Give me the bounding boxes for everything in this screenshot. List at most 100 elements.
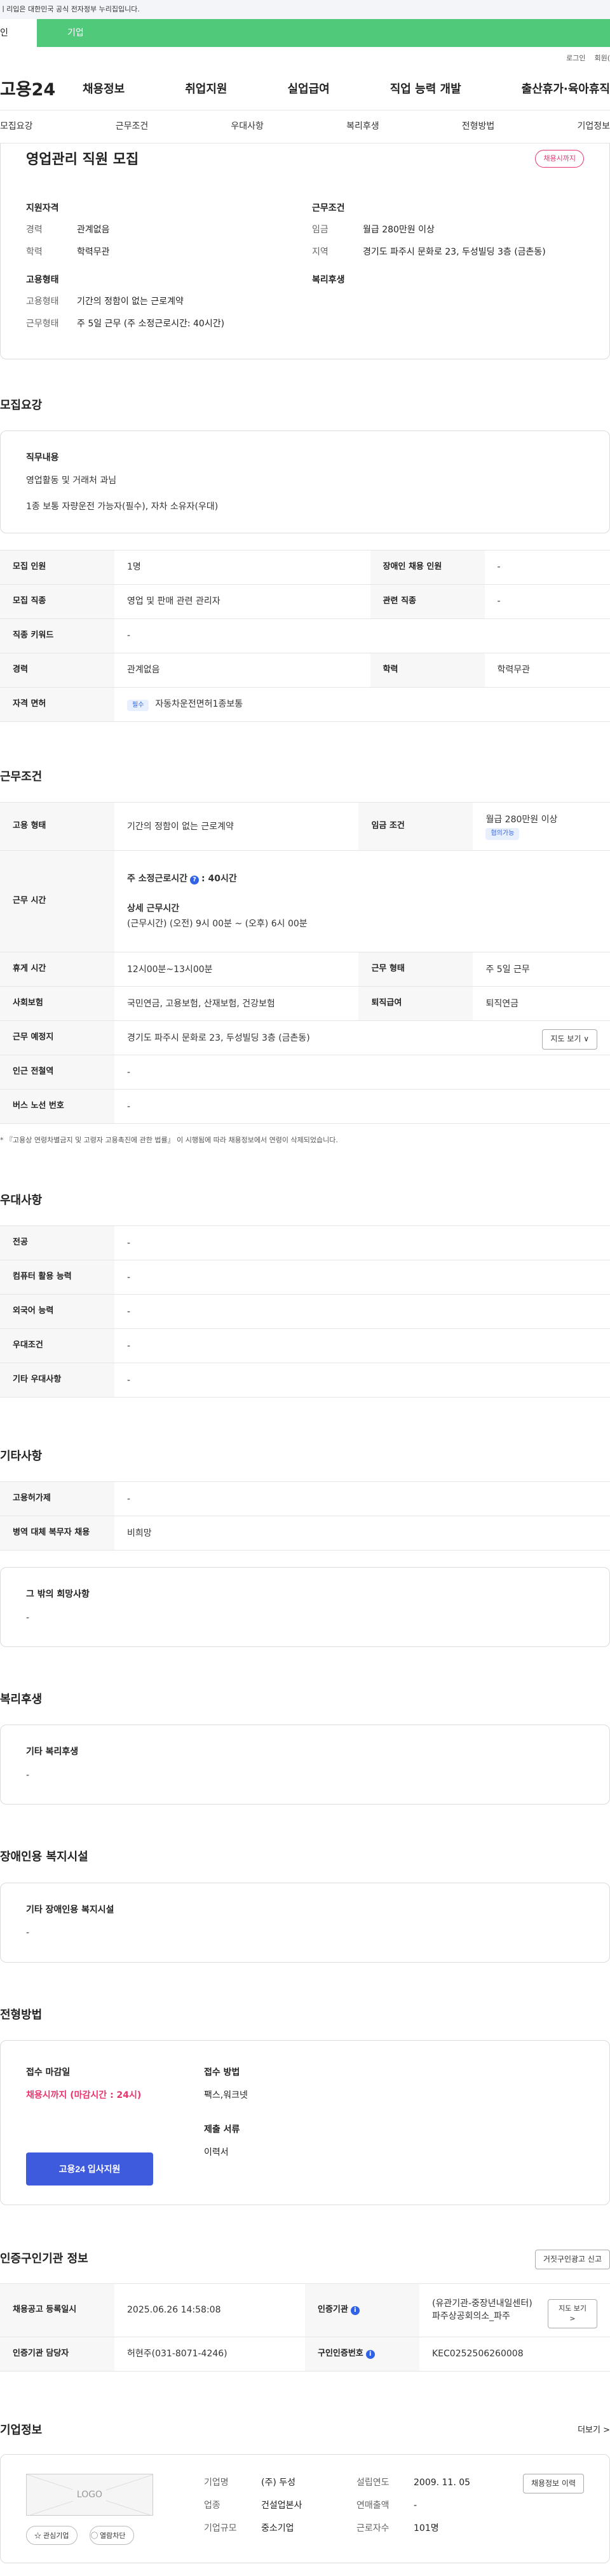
employment-block: 고용형태 고용형태 기간의 정함이 없는 근로계약 근무형태 주 5일 근무 (주 …: [26, 274, 224, 339]
gnb-item-unemployment-benefit[interactable]: 실업급여: [288, 81, 330, 98]
cert-map-button[interactable]: 지도 보기 >: [548, 2299, 597, 2328]
other-wishes-heading: 그 밖의 희망사항: [26, 1589, 90, 1600]
deadline-heading: 접수 마감일: [26, 2067, 71, 2078]
map-view-button[interactable]: 지도 보기 ∨: [542, 1029, 597, 1050]
other-wishes-box: 그 밖의 희망사항 -: [0, 1567, 610, 1648]
table-cell: KEC0252506260008: [419, 2337, 610, 2372]
table-header-cell: 경력: [0, 653, 114, 688]
table-header-cell: 고용허가제: [0, 1481, 114, 1517]
license-value: 자동차운전면허1종보통: [155, 698, 243, 709]
duty-line: 1종 보통 자량운전 가능자(필수), 자차 소유자(우대): [26, 501, 219, 512]
company-info-label: 연매출액: [356, 2500, 390, 2511]
false-ad-report-button[interactable]: 거짓구인광고 신고: [534, 2249, 610, 2269]
table-row: 인근 전철역 -: [0, 1055, 610, 1090]
anchor-company[interactable]: 기업정보: [577, 120, 610, 133]
info-icon[interactable]: i: [350, 2306, 360, 2316]
section-title-prefer: 우대사항: [0, 1194, 43, 1208]
anchor-recruit[interactable]: 모집요강: [0, 120, 33, 133]
company-info-label: 기업명: [204, 2478, 229, 2488]
section-title-recruit: 모집요강: [0, 399, 43, 412]
company-more-link[interactable]: 더보기 >: [578, 2425, 610, 2437]
info-icon[interactable]: ?: [190, 876, 200, 885]
cert-table: 채용공고 등록일시 2025.06.26 14:58:08 인증기관 i (유관기…: [0, 2283, 610, 2372]
login-link[interactable]: 로그인: [566, 53, 585, 63]
working-table: 고용 형태 기간의 정함이 없는 근로계약 임금 조건 월급 280만원 이상 …: [0, 802, 610, 1124]
table-cell: 월급 280만원 이상 협의가능: [473, 802, 610, 851]
table-cell: -: [114, 1089, 610, 1124]
info-icon[interactable]: i: [365, 2350, 375, 2359]
tab-company[interactable]: 기업: [37, 19, 610, 47]
qualification-heading: 지원자격: [26, 203, 59, 213]
table-row: 모집 직종 영업 및 판매 관련 관리자 관련 직종 -: [0, 584, 610, 620]
disabled-facility-heading: 기타 장애인용 복지시설: [26, 1904, 114, 1915]
qual-label: 경력: [26, 225, 43, 236]
employ-label: 근무형태: [26, 318, 59, 329]
table-cell: -: [114, 1363, 610, 1398]
anchor-welfare[interactable]: 복리후생: [346, 120, 379, 133]
prefer-table: 전공 - 컴퓨터 활용 능력 - 외국어 능력 - 우대조건 - 기타 우대사항 -: [0, 1225, 610, 1398]
weekly-hours-label: 주 소정근로시간: [127, 874, 188, 884]
anchor-prefer[interactable]: 우대사항: [231, 120, 264, 133]
section-title-welfare: 복리후생: [0, 1693, 43, 1707]
table-row: 우대조건 -: [0, 1328, 610, 1364]
favorite-company-button[interactable]: ☆ 관심기업: [26, 2526, 78, 2546]
company-info-value: 중소기업: [261, 2523, 294, 2534]
company-logo: LOGO: [26, 2474, 153, 2516]
table-row: 컴퓨터 활용 능력 -: [0, 1260, 610, 1295]
cond-label: 임금: [312, 225, 329, 236]
employment-heading: 고용형태: [26, 275, 59, 285]
table-header-cell: 인증기관 담당자: [0, 2337, 114, 2372]
table-header-cell: 직종 키워드: [0, 618, 114, 654]
anchor-working[interactable]: 근무조건: [116, 120, 149, 133]
table-header-cell: 컴퓨터 활용 능력: [0, 1260, 114, 1295]
table-cell: 주 소정근로시간?: 40시간 상세 근무시간 (근무시간) (오전) 9시 0…: [114, 850, 610, 953]
weekly-hours-value: : 40시간: [201, 874, 237, 884]
section-title-disabled: 장애인용 복지시설: [0, 1850, 88, 1864]
site-logo[interactable]: 고용24: [0, 77, 76, 102]
table-cell: -: [114, 1481, 610, 1517]
signup-link[interactable]: 회원(: [594, 53, 610, 63]
table-row: 근무 시간 주 소정근로시간?: 40시간 상세 근무시간 (근무시간) (오전…: [0, 850, 610, 953]
disabled-facility-value: -: [26, 1927, 30, 1938]
qual-value: 학력무관: [77, 246, 110, 257]
etc-table: 고용허가제 - 병역 대체 복무자 채용 비희망: [0, 1481, 610, 1551]
company-info-label: 설립연도: [356, 2478, 390, 2488]
duty-heading: 직무내용: [26, 453, 59, 464]
gnb-item-employment-support[interactable]: 취업지원: [185, 81, 227, 98]
gnb-item-parental-leave[interactable]: 출산휴가·육아휴직: [522, 81, 610, 98]
other-wishes-value: -: [26, 1612, 30, 1623]
place-value: 경기도 파주시 문화로 23, 두성빌딩 3층 (금촌동): [127, 1032, 310, 1043]
qualification-block: 지원자격 경력 관계없음 학력 학력무관: [26, 202, 110, 267]
method-value: 팩스,워크넷: [204, 2090, 248, 2100]
table-cell: 2025.06.26 14:58:08: [114, 2283, 305, 2337]
cond-value: 월급 280만원 이상: [363, 225, 435, 236]
table-cell: 1명: [114, 550, 370, 585]
table-header-cell: 기타 우대사항: [0, 1363, 114, 1398]
table-header-cell: 근무 시간: [0, 850, 114, 953]
anchor-selection[interactable]: 전형방법: [462, 120, 495, 133]
method-heading: 접수 방법: [204, 2067, 240, 2078]
negotiable-badge: 협의가능: [485, 828, 520, 840]
table-cell: 필수 자동차운전면허1종보통: [114, 687, 610, 723]
table-header-cell: 근무 예정지: [0, 1020, 114, 1056]
section-title-etc: 기타사항: [0, 1450, 43, 1464]
apply-button[interactable]: 고용24 입사지원: [26, 2152, 153, 2186]
table-header-cell: 장애인 채용 인원: [370, 550, 485, 585]
job-history-button[interactable]: 채용정보 이력: [522, 2474, 584, 2494]
table-cell: 주 5일 근무: [473, 952, 610, 987]
table-cell: 비희망: [114, 1516, 610, 1551]
table-cell: 기간의 정함이 없는 근로계약: [114, 802, 359, 851]
company-card: LOGO ☆ 관심기업 ⃝ 열람차단 기업명 (주) 두성 설립연도 2009.…: [0, 2454, 610, 2564]
logo-text: LOGO: [72, 2488, 107, 2502]
tab-individual[interactable]: 인: [0, 19, 37, 47]
age-notice: * 『고용상 연령차별금지 및 고령자 고용촉진에 관한 법률』 이 시행됨에 …: [0, 1136, 338, 1145]
required-badge: 필수: [127, 699, 149, 712]
table-header-cell: 근무 형태: [358, 952, 473, 987]
table-row: 사회보험 국민연금, 고용보험, 산재보험, 건강보험 퇴직급여 퇴직연금: [0, 986, 610, 1022]
gnb-item-skills-development[interactable]: 직업 능력 개발: [390, 81, 461, 98]
cert-agency-label: 인증기관: [318, 2305, 348, 2315]
gnb-item-jobs[interactable]: 채용정보: [83, 81, 125, 98]
condition-block: 근무조건 임금 월급 280만원 이상 지역 경기도 파주시 문화로 23, 두성빌…: [312, 202, 546, 267]
table-header-cell: 휴게 시간: [0, 952, 114, 987]
block-view-button[interactable]: ⃝ 열람차단: [90, 2526, 134, 2546]
